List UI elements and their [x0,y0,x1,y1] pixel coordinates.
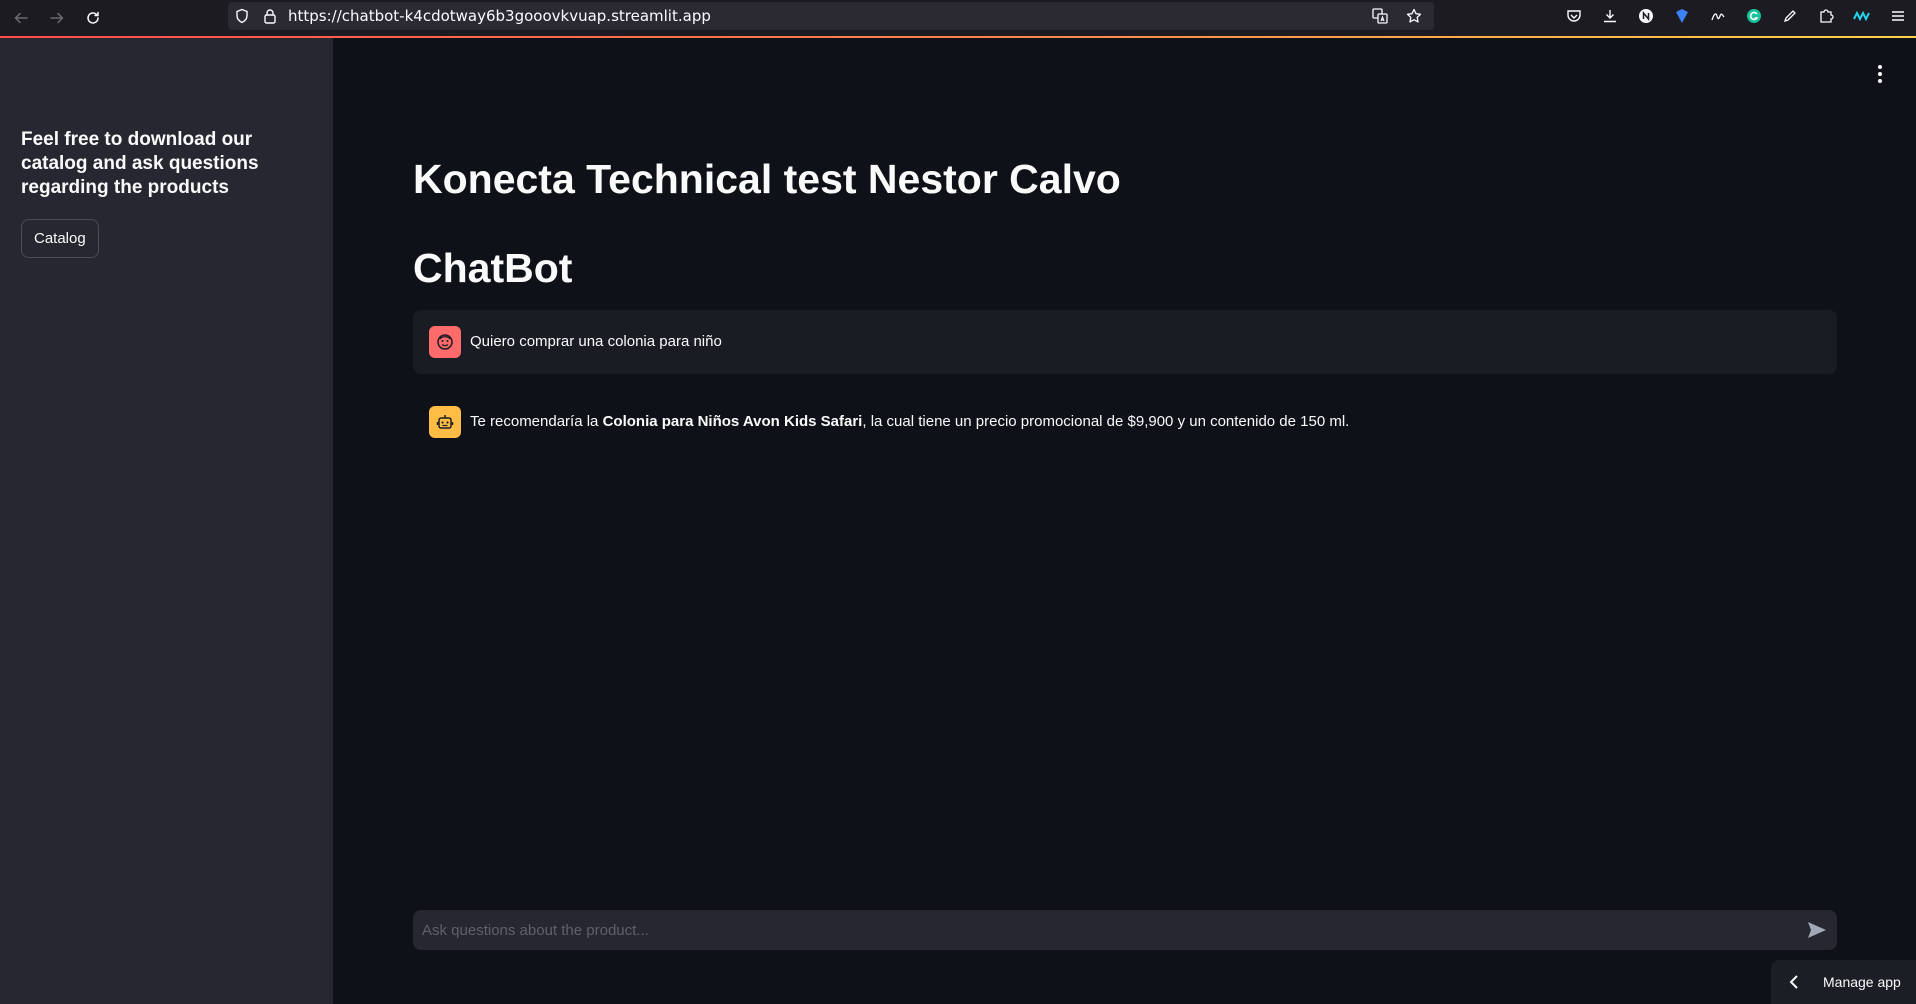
manage-app-label: Manage app [1823,974,1901,990]
robot-avatar-icon [429,406,461,438]
chat-message-assistant: Te recomendaría la Colonia para Niños Av… [413,390,1837,454]
lock-icon[interactable] [256,2,284,30]
kebab-dot [1878,65,1882,69]
bookmark-star-icon[interactable] [1400,2,1428,30]
chevron-left-icon [1789,975,1809,989]
wave-extension-icon[interactable] [1844,2,1880,30]
catalog-button[interactable]: Catalog [21,219,99,258]
chat-message-user: Quiero comprar una colonia para niño [413,310,1837,374]
kebab-dot [1878,72,1882,76]
reload-button[interactable] [75,3,111,33]
arrow-left-icon [14,12,28,24]
pocket-icon[interactable] [1556,2,1592,30]
user-message-text: Quiero comprar una colonia para niño [470,333,722,350]
send-icon [1808,922,1826,938]
assistant-text-product: Colonia para Niños Avon Kids Safari [602,413,863,430]
chat-input-container [413,910,1837,950]
extensions-puzzle-icon[interactable] [1808,2,1844,30]
manage-app-button[interactable]: Manage app [1771,960,1916,1004]
assistant-text-after: , la cual tiene un precio promocional de… [862,413,1350,430]
download-icon[interactable] [1592,2,1628,30]
signature-extension-icon[interactable] [1700,2,1736,30]
main-menu-button[interactable] [1868,62,1892,86]
reload-icon [87,11,99,24]
back-button[interactable] [3,3,39,33]
kebab-dot [1878,79,1882,83]
url-text[interactable]: https://chatbot-k4cdotway6b3gooovkvuap.s… [288,7,711,25]
browser-toolbar: https://chatbot-k4cdotway6b3gooovkvuap.s… [0,0,1916,36]
page-title: Konecta Technical test Nestor Calvo [413,156,1121,202]
grammarly-icon[interactable] [1736,2,1772,30]
assistant-message-text: Te recomendaría la Colonia para Niños Av… [470,411,1349,433]
page-subtitle: ChatBot [413,245,573,291]
user-avatar-icon [429,326,461,358]
send-button[interactable] [1797,910,1837,950]
forward-button[interactable] [39,3,75,33]
translate-icon[interactable] [1366,2,1394,30]
extensions-toolbar [1556,2,1916,30]
tracking-protection-icon[interactable] [228,2,256,30]
arrow-right-icon [50,12,64,24]
shield-extension-icon[interactable] [1664,2,1700,30]
hamburger-menu-icon[interactable] [1880,2,1916,30]
assistant-text-before: Te recomendaría la [470,413,603,430]
pen-extension-icon[interactable] [1772,2,1808,30]
nav-buttons [3,3,111,33]
notion-extension-icon[interactable] [1628,2,1664,30]
sidebar-intro-text: Feel free to download our catalog and as… [21,129,259,198]
chat-input[interactable] [413,910,1797,950]
sidebar: Feel free to download our catalog and as… [0,38,333,1004]
address-bar[interactable]: https://chatbot-k4cdotway6b3gooovkvuap.s… [228,2,1434,30]
